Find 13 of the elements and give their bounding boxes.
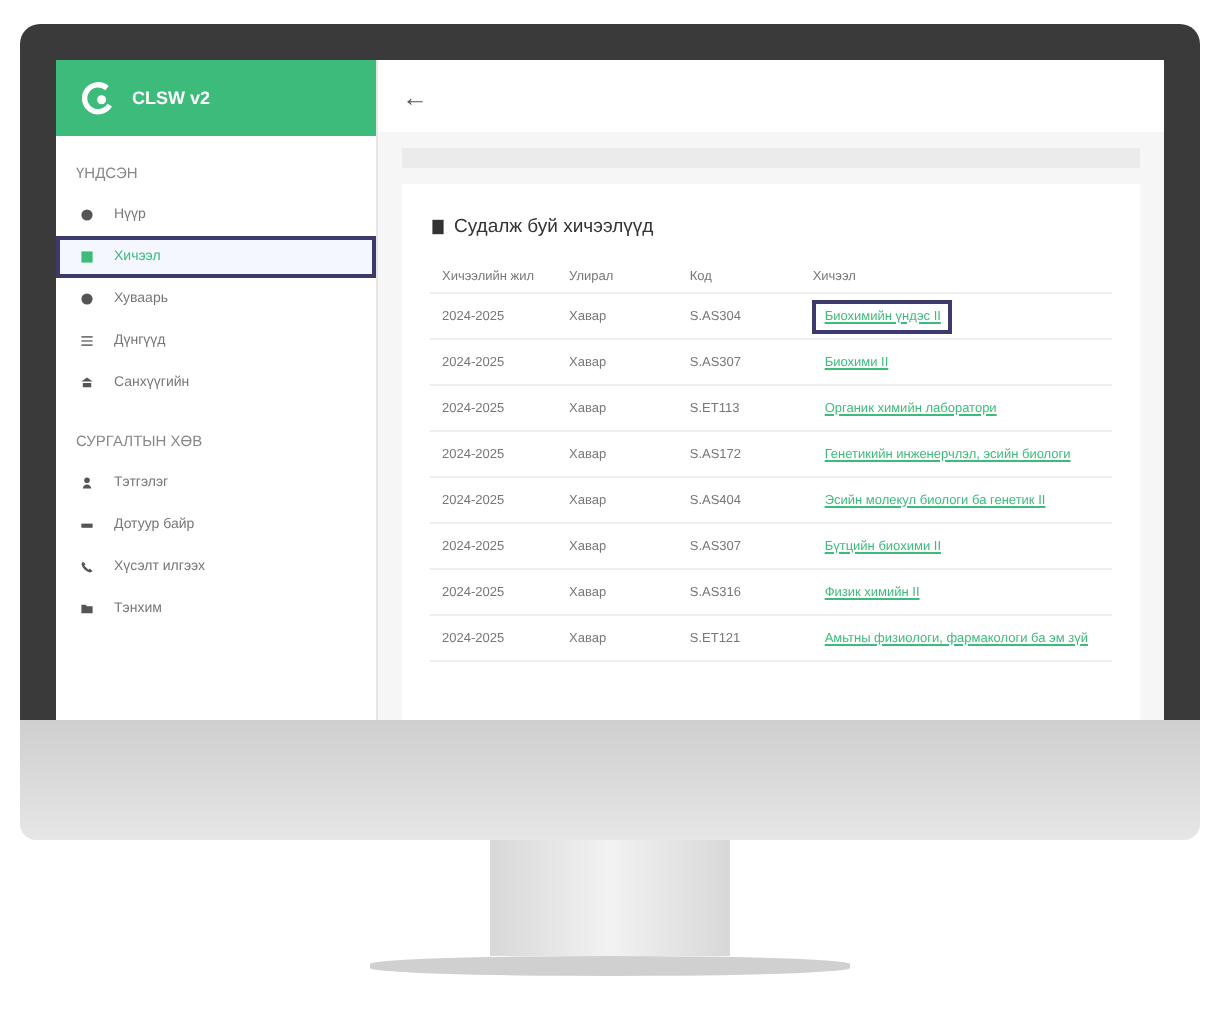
list-icon [80,334,94,348]
back-button[interactable]: ← [402,81,428,111]
person-icon [80,476,94,490]
circle-icon [80,208,94,222]
book-icon [80,250,94,264]
document-icon [430,218,446,236]
circle-icon [80,292,94,306]
bank-icon [80,376,94,390]
card-title: Судалж буй хичээлүүд [454,216,654,238]
app-title: CLSW v2 [132,88,211,108]
phone-icon [80,560,94,574]
folder-icon [80,602,94,616]
logo-icon [80,80,116,116]
